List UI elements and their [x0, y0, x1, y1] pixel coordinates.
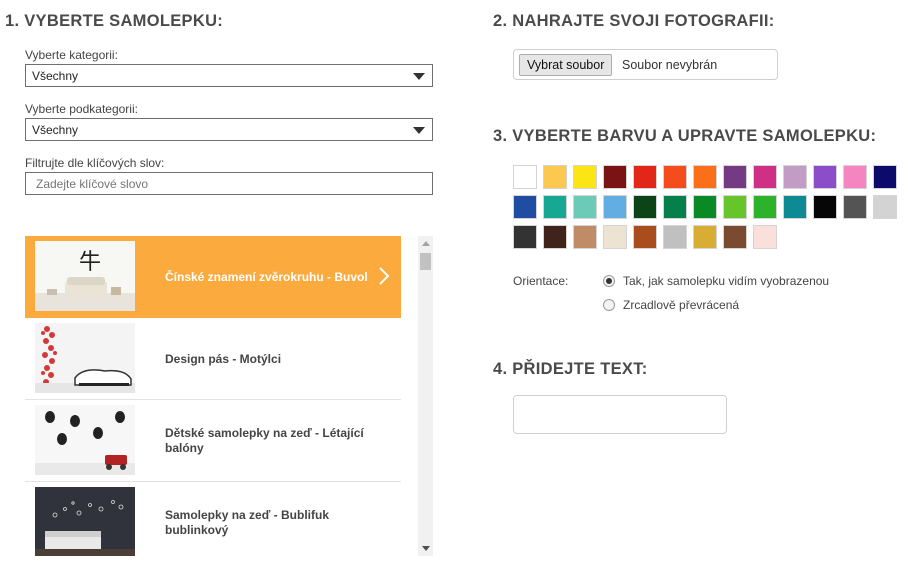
category-label: Vyberte kategorii: [25, 48, 118, 62]
color-swatch[interactable] [813, 165, 837, 189]
category-select[interactable]: Všechny [25, 64, 433, 87]
sticker-thumbnail [35, 323, 135, 393]
orientation-label: Orientace: [513, 274, 569, 288]
radio-button[interactable] [603, 299, 615, 311]
file-upload: Vybrat soubor Soubor nevybrán [513, 49, 778, 80]
list-item-label: Čínské znamení zvěrokruhu - Buvol [165, 269, 368, 284]
color-swatch[interactable] [873, 195, 897, 219]
list-item-label: Dětské samolepky na zeď - Létající balón… [165, 426, 364, 455]
step1-title: 1. VYBERTE SAMOLEPKU: [5, 12, 224, 30]
color-swatch[interactable] [783, 195, 807, 219]
step2-title: 2. NAHRAJTE SVOJI FOTOGRAFII: [493, 12, 775, 30]
color-swatch[interactable] [513, 195, 537, 219]
color-swatch[interactable] [663, 195, 687, 219]
chevron-right-icon [379, 267, 390, 285]
color-swatch[interactable] [633, 165, 657, 189]
color-swatch[interactable] [723, 195, 747, 219]
sticker-thumbnail [35, 487, 135, 556]
color-swatch[interactable] [723, 165, 747, 189]
color-swatch[interactable] [543, 225, 567, 249]
color-swatch[interactable] [753, 195, 777, 219]
chevron-down-icon [413, 127, 425, 134]
color-swatch[interactable] [843, 165, 867, 189]
keyword-input[interactable] [25, 172, 433, 195]
scroll-up-icon[interactable] [422, 241, 430, 246]
sticker-thumbnail [35, 405, 135, 475]
color-swatch[interactable] [633, 225, 657, 249]
color-swatch[interactable] [693, 165, 717, 189]
color-swatch[interactable] [723, 225, 747, 249]
keyword-label: Filtrujte dle klíčových slov: [25, 156, 165, 170]
color-swatch[interactable] [753, 225, 777, 249]
scrollbar-thumb[interactable] [420, 253, 431, 270]
color-swatch[interactable] [633, 195, 657, 219]
color-swatch[interactable] [513, 165, 537, 189]
orientation-option-label: Tak, jak samolepku vidím vyobrazenou [623, 274, 830, 288]
orientation-option-mirrored[interactable]: Zrcadlově převrácená [603, 298, 739, 312]
svg-text:牛: 牛 [79, 250, 101, 275]
chevron-down-icon [413, 73, 425, 80]
color-swatch[interactable] [573, 195, 597, 219]
color-swatch[interactable] [873, 165, 897, 189]
custom-text-input[interactable] [513, 395, 727, 434]
step3-title: 3. VYBERTE BARVU A UPRAVTE SAMOLEPKU: [493, 127, 877, 145]
color-swatch[interactable] [603, 225, 627, 249]
color-swatch[interactable] [513, 225, 537, 249]
color-swatch[interactable] [783, 165, 807, 189]
color-swatch[interactable] [753, 165, 777, 189]
list-item[interactable]: Dětské samolepky na zeď - Létající balón… [25, 400, 401, 482]
color-swatch[interactable] [843, 195, 867, 219]
sticker-list: 牛 Čínské znamení zvěrokruhu - Buvol Desi… [25, 236, 433, 556]
sticker-thumbnail: 牛 [35, 241, 135, 311]
orientation-option-label: Zrcadlově převrácená [623, 298, 740, 312]
color-swatch[interactable] [543, 195, 567, 219]
color-swatch[interactable] [663, 225, 687, 249]
color-swatch[interactable] [813, 195, 837, 219]
list-item[interactable]: 牛 Čínské znamení zvěrokruhu - Buvol [25, 236, 401, 318]
radio-button[interactable] [603, 275, 615, 287]
list-scrollbar[interactable] [418, 236, 433, 556]
color-swatch[interactable] [573, 165, 597, 189]
color-swatch[interactable] [603, 165, 627, 189]
color-swatch[interactable] [693, 195, 717, 219]
subcategory-label: Vyberte podkategorii: [25, 102, 138, 116]
color-swatch[interactable] [693, 225, 717, 249]
file-status: Soubor nevybrán [622, 58, 718, 72]
color-swatch[interactable] [603, 195, 627, 219]
list-item-label: Design pás - Motýlci [165, 351, 282, 366]
color-swatch[interactable] [543, 165, 567, 189]
step4-title: 4. PŘIDEJTE TEXT: [493, 360, 648, 378]
choose-file-button[interactable]: Vybrat soubor [519, 54, 613, 76]
list-item[interactable]: Samolepky na zeď - Bublifuk bublinkový [25, 482, 401, 556]
list-item-label: Samolepky na zeď - Bublifuk bublinkový [165, 508, 329, 537]
orientation-option-normal[interactable]: Tak, jak samolepku vidím vyobrazenou [603, 274, 829, 288]
category-select-value: Všechny [32, 69, 79, 83]
color-swatch[interactable] [573, 225, 597, 249]
subcategory-select-value: Všechny [32, 123, 79, 137]
color-swatch[interactable] [663, 165, 687, 189]
subcategory-select[interactable]: Všechny [25, 118, 433, 141]
scroll-down-icon[interactable] [422, 546, 430, 551]
list-item[interactable]: Design pás - Motýlci [25, 318, 401, 400]
